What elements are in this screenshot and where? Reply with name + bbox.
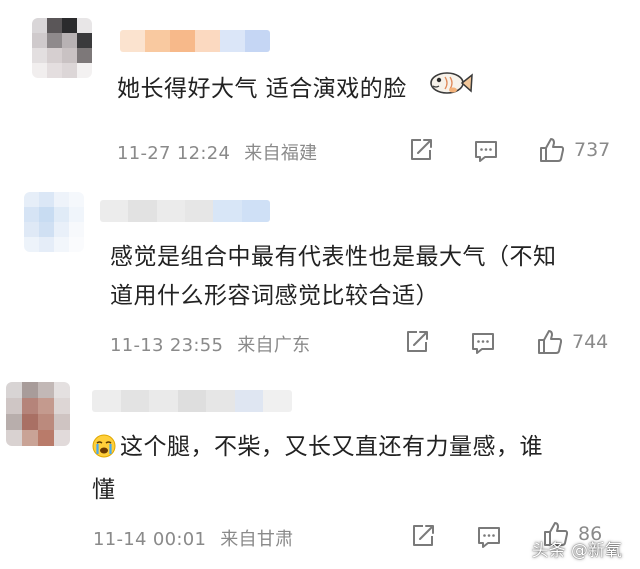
comment-time: 11-14 00:01 bbox=[93, 529, 207, 550]
comment-icon bbox=[475, 141, 497, 162]
like-icon bbox=[540, 138, 565, 162]
share-icon bbox=[413, 525, 434, 546]
comment-text: 感觉是组合中最有代表性也是最大气（不知 道用什么形容词感觉比较合适） bbox=[110, 238, 557, 316]
like-count: 744 bbox=[572, 331, 609, 353]
comment-2: 感觉是组合中最有代表性也是最大气（不知 道用什么形容词感觉比较合适） 11-13… bbox=[0, 180, 640, 370]
comment-location: 来自福建 bbox=[244, 143, 318, 164]
comment-text: 她长得好大气 适合演戏的脸 bbox=[117, 68, 473, 111]
comment-meta: 11-27 12:24 来自福建 bbox=[117, 139, 317, 165]
comment-location: 来自甘肃 bbox=[220, 529, 294, 550]
username-blurred[interactable] bbox=[120, 30, 270, 52]
comment-text: 这个腿，不柴，又长又直还有力量感，谁 懂 bbox=[92, 428, 543, 510]
comment-button[interactable] bbox=[473, 138, 499, 164]
comment-button[interactable] bbox=[470, 330, 496, 356]
comment-meta: 11-13 23:55 来自广东 bbox=[110, 331, 310, 357]
comment-1: 她长得好大气 适合演戏的脸 11-27 12:24 来自福建 737 bbox=[0, 0, 640, 180]
share-button[interactable] bbox=[408, 137, 434, 163]
share-icon bbox=[407, 331, 428, 352]
comment-text-line-1: 这个腿，不柴，又长又直还有力量感，谁 bbox=[120, 434, 543, 460]
avatar[interactable] bbox=[6, 382, 70, 446]
comment-text-line-2: 道用什么形容词感觉比较合适） bbox=[110, 283, 439, 309]
comment-text-line-2: 懂 bbox=[92, 477, 116, 503]
share-icon bbox=[411, 139, 432, 160]
share-button[interactable] bbox=[404, 329, 430, 355]
like-icon bbox=[538, 330, 563, 354]
crying-emoji-icon bbox=[92, 432, 116, 471]
avatar[interactable] bbox=[24, 192, 84, 252]
watermark: 头条 @新氧 bbox=[531, 541, 622, 561]
comment-text-line-1: 感觉是组合中最有代表性也是最大气（不知 bbox=[110, 244, 557, 270]
username-blurred[interactable] bbox=[92, 390, 292, 412]
fish-emoji-icon bbox=[427, 68, 473, 111]
comment-location: 来自广东 bbox=[237, 335, 311, 356]
comment-time: 11-13 23:55 bbox=[110, 335, 224, 356]
avatar[interactable] bbox=[32, 18, 92, 78]
like-button[interactable]: 744 bbox=[536, 328, 608, 356]
comment-button[interactable] bbox=[476, 524, 502, 550]
username-blurred[interactable] bbox=[100, 200, 270, 222]
comment-icon bbox=[478, 527, 500, 548]
comment-meta: 11-14 00:01 来自甘肃 bbox=[93, 525, 293, 551]
comment-icon bbox=[472, 333, 494, 354]
like-count: 737 bbox=[574, 139, 611, 161]
share-button[interactable] bbox=[410, 523, 436, 549]
like-button[interactable]: 737 bbox=[538, 136, 610, 164]
comment-time: 11-27 12:24 bbox=[117, 143, 231, 164]
